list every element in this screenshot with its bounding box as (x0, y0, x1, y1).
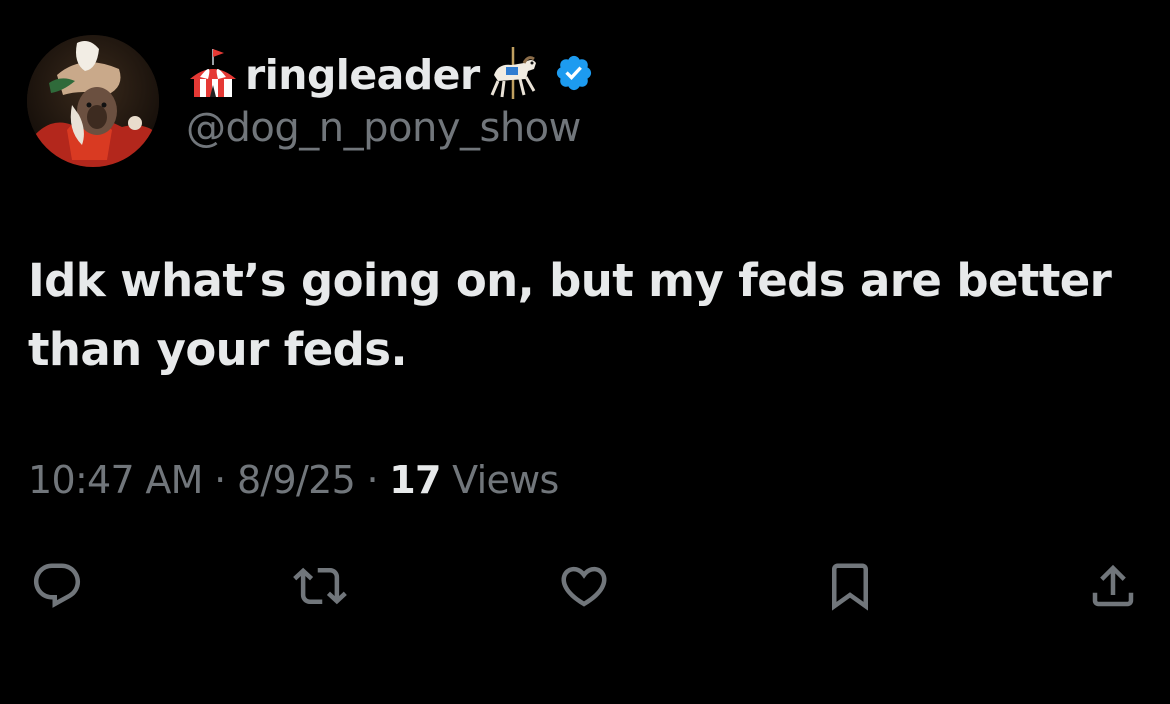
tweet-metadata: 10:47 AM · 8/9/25 · 17 Views (28, 458, 559, 504)
tweet-text: Idk what’s going on, but my feds are bet… (28, 254, 1112, 376)
tweet-time[interactable]: 10:47 AM (28, 458, 203, 502)
author-name-row[interactable]: ringleader (186, 44, 594, 106)
bookmark-icon (832, 563, 868, 611)
circus-tent-icon (186, 45, 240, 105)
views-count[interactable]: 17 (389, 458, 441, 502)
meta-separator: · (366, 458, 378, 502)
meta-separator: · (214, 458, 226, 502)
heart-icon (561, 566, 607, 607)
share-icon (1092, 564, 1134, 607)
author-handle[interactable]: @dog_n_pony_show (186, 104, 581, 152)
retweet-button[interactable] (290, 556, 350, 616)
reply-icon (33, 563, 81, 608)
like-button[interactable] (554, 556, 614, 616)
reply-button[interactable] (27, 556, 87, 616)
tweet-date[interactable]: 8/9/25 (237, 458, 356, 502)
views-label: Views (452, 458, 559, 502)
retweet-icon (293, 567, 347, 605)
bookmark-button[interactable] (820, 556, 880, 616)
share-button[interactable] (1083, 556, 1143, 616)
display-name[interactable]: ringleader (245, 54, 480, 96)
carousel-horse-icon (484, 45, 542, 105)
verified-badge-icon[interactable] (554, 53, 594, 97)
avatar[interactable] (27, 35, 159, 167)
